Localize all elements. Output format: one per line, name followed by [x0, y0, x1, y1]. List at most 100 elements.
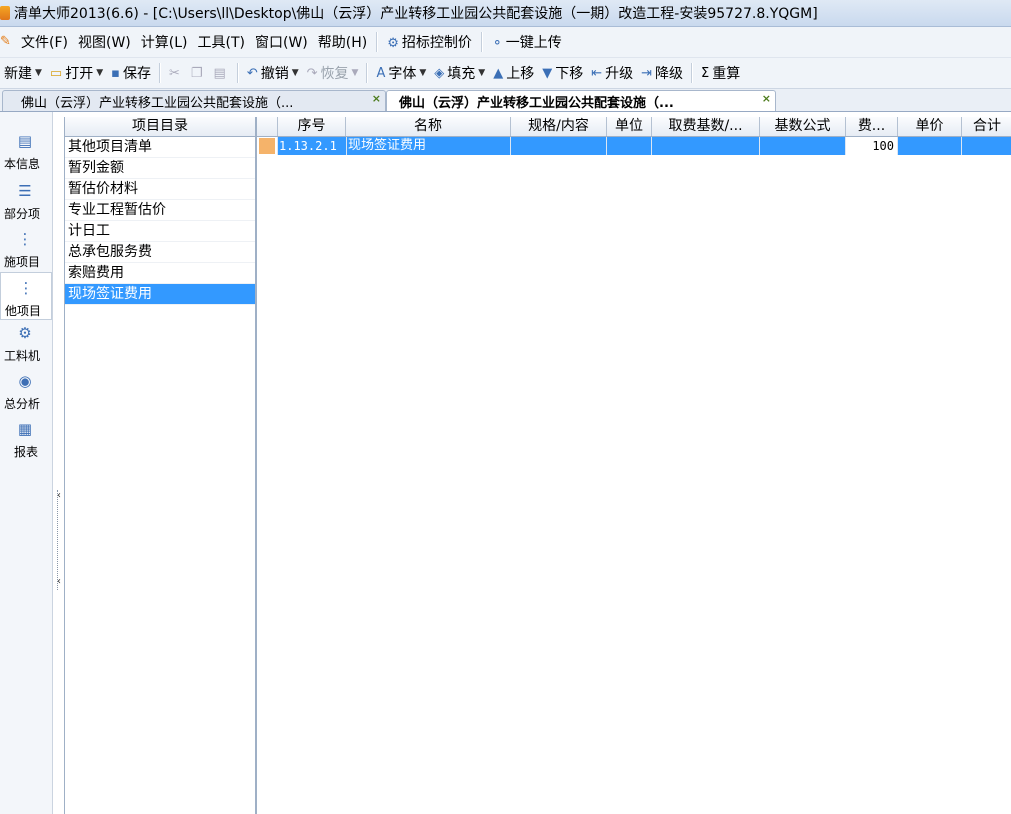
cell-base[interactable] [652, 137, 760, 155]
undo-label: 撤销 [260, 66, 289, 82]
menu-calc[interactable]: 计算(L) [136, 32, 193, 52]
chevron-down-icon: ▼ [291, 68, 299, 78]
column-header-rate[interactable]: 费... [846, 117, 898, 136]
column-header-name[interactable]: 名称 [346, 117, 511, 136]
open-button[interactable]: ▭ 打开 ▼ [46, 63, 107, 83]
nav-reports[interactable]: ▦ 报表 [0, 414, 50, 460]
directory-item-selected[interactable]: 现场签证费用 [65, 284, 255, 305]
chevron-down-icon: ▼ [35, 68, 42, 78]
cell-spec[interactable] [511, 137, 607, 155]
cell-seq[interactable]: 1.13.2.1 [278, 137, 347, 155]
sigma-icon: Σ [701, 65, 710, 81]
column-header-unit[interactable]: 单位 [607, 117, 652, 136]
toolbar-separator [691, 63, 694, 83]
one-click-upload-button[interactable]: ⚬ 一键上传 [487, 32, 567, 52]
recalc-label: 重算 [712, 66, 741, 82]
menu-window[interactable]: 窗口(W) [250, 32, 313, 52]
app-menu-icon: ✎ [0, 34, 11, 49]
nav-subitems[interactable]: ☰ 部分项 [0, 176, 50, 222]
chevron-down-icon: ▼ [478, 68, 486, 78]
directory-header: 项目目录 [65, 117, 255, 137]
paste-button[interactable]: ▤ [210, 66, 233, 81]
tree-icon: ⋮ [17, 230, 33, 248]
directory-item[interactable]: 索赔费用 [65, 263, 255, 284]
document-tab-label: 佛山（云浮）产业转移工业园公共配套设施（... [399, 95, 674, 111]
bid-control-button[interactable]: ⚙ 招标控制价 [382, 32, 477, 52]
document-tab-label: 佛山（云浮）产业转移工业园公共配套设施（... [21, 95, 294, 111]
directory-item[interactable]: 暂估价材料 [65, 179, 255, 200]
menu-view[interactable]: 视图(W) [73, 32, 136, 52]
tree-icon: ⋮ [18, 279, 34, 297]
new-button[interactable]: 新建 ▼ [0, 63, 46, 83]
nav-measures[interactable]: ⋮ 施项目 [0, 224, 50, 270]
downgrade-icon: ⇥ [641, 65, 653, 81]
undo-icon: ↶ [246, 65, 258, 81]
upgrade-icon: ⇤ [591, 65, 603, 81]
cut-icon: ✂ [168, 65, 180, 81]
nav-labor-materials[interactable]: ⚙ 工料机 [0, 318, 50, 364]
recalc-button[interactable]: Σ 重算 [697, 63, 744, 83]
cell-unit[interactable] [607, 137, 652, 155]
upgrade-label: 升级 [605, 66, 634, 82]
redo-button[interactable]: ↷ 恢复 ▼ [303, 63, 363, 83]
upgrade-button[interactable]: ⇤ 升级 [587, 63, 637, 83]
column-header-spec[interactable]: 规格/内容 [511, 117, 607, 136]
directory-item[interactable]: 计日工 [65, 221, 255, 242]
save-button[interactable]: ▪ 保存 [107, 63, 155, 83]
nav-label: 总分析 [3, 397, 40, 411]
column-header-total[interactable]: 合计 [962, 117, 1011, 136]
close-icon[interactable]: × [372, 92, 381, 105]
nav-basic-info[interactable]: ▤ 本信息 [0, 126, 50, 172]
cut-button[interactable]: ✂ [165, 66, 187, 81]
directory-item[interactable]: 总承包服务费 [65, 242, 255, 263]
cell-name[interactable]: 现场签证费用 [346, 137, 511, 155]
directory-item[interactable]: 专业工程暂估价 [65, 200, 255, 221]
chevron-down-icon: ▼ [419, 68, 427, 78]
column-header-price[interactable]: 单价 [898, 117, 962, 136]
nav-summary-analysis[interactable]: ◉ 总分析 [0, 366, 50, 412]
undo-button[interactable]: ↶ 撤销 ▼ [243, 63, 303, 83]
paste-icon: ▤ [213, 65, 226, 81]
chevron-left-icon[interactable]: ‹ [57, 576, 61, 587]
fill-icon: ◈ [434, 65, 445, 81]
report-icon: ▦ [17, 420, 33, 438]
redo-icon: ↷ [306, 65, 318, 81]
document-tab-1[interactable]: 佛山（云浮）产业转移工业园公共配套设施（... × [2, 90, 386, 111]
column-header-seq[interactable]: 序号 [278, 117, 346, 136]
grid-header: 序号 名称 规格/内容 单位 取费基数/... 基数公式 费... 单价 合计 [257, 117, 1011, 137]
close-icon[interactable]: × [762, 92, 771, 105]
toolbar: 新建 ▼ ▭ 打开 ▼ ▪ 保存 ✂ ❐ ▤ ↶ 撤销 ▼ ↷ 恢复 ▼ A 字体 ▼ ◈ 填充 ▼ ▲… [0, 58, 1011, 89]
menu-help[interactable]: 帮助(H) [313, 32, 372, 52]
column-header-formula[interactable]: 基数公式 [760, 117, 846, 136]
cell-total[interactable] [962, 137, 1011, 155]
menu-file[interactable]: 文件(F) [16, 32, 73, 52]
save-label: 保存 [122, 66, 151, 82]
downgrade-label: 降级 [655, 66, 684, 82]
save-icon: ▪ [111, 65, 120, 81]
column-header-base[interactable]: 取费基数/... [652, 117, 760, 136]
fill-button[interactable]: ◈ 填充 ▼ [430, 63, 489, 83]
chevron-down-icon: ▼ [96, 68, 104, 78]
cell-price[interactable] [898, 137, 962, 155]
menu-bar: ✎ 文件(F) 视图(W) 计算(L) 工具(T) 窗口(W) 帮助(H) ⚙ 招… [0, 27, 1011, 58]
nav-label: 工料机 [3, 349, 40, 363]
column-header-marker [257, 117, 278, 136]
chevron-left-icon[interactable]: ‹ [57, 490, 61, 501]
arrow-down-icon: ▼ [542, 65, 553, 81]
cell-formula[interactable] [760, 137, 846, 155]
downgrade-button[interactable]: ⇥ 降级 [637, 63, 687, 83]
directory-item[interactable]: 暂列金额 [65, 158, 255, 179]
nav-other-items[interactable]: ⋮ 他项目 [0, 272, 52, 320]
toolbar-separator [158, 63, 161, 83]
move-down-button[interactable]: ▼ 下移 [538, 63, 587, 83]
font-button[interactable]: A 字体 ▼ [372, 63, 430, 83]
module-sidebar: ▤ 本信息 ☰ 部分项 ⋮ 施项目 ⋮ 他项目 ⚙ 工料机 ◉ 总分析 ▦ 报表 [0, 112, 53, 814]
directory-item[interactable]: 其他项目清单 [65, 137, 255, 158]
move-up-button[interactable]: ▲ 上移 [489, 63, 538, 83]
cell-rate[interactable]: 100 [846, 137, 898, 155]
copy-button[interactable]: ❐ [187, 66, 210, 81]
new-label: 新建 [4, 66, 32, 82]
menu-tools[interactable]: 工具(T) [193, 32, 250, 52]
document-tab-2[interactable]: 佛山（云浮）产业转移工业园公共配套设施（... × [386, 90, 776, 111]
table-row[interactable]: 1.13.2.1 现场签证费用 100 [257, 137, 1011, 155]
